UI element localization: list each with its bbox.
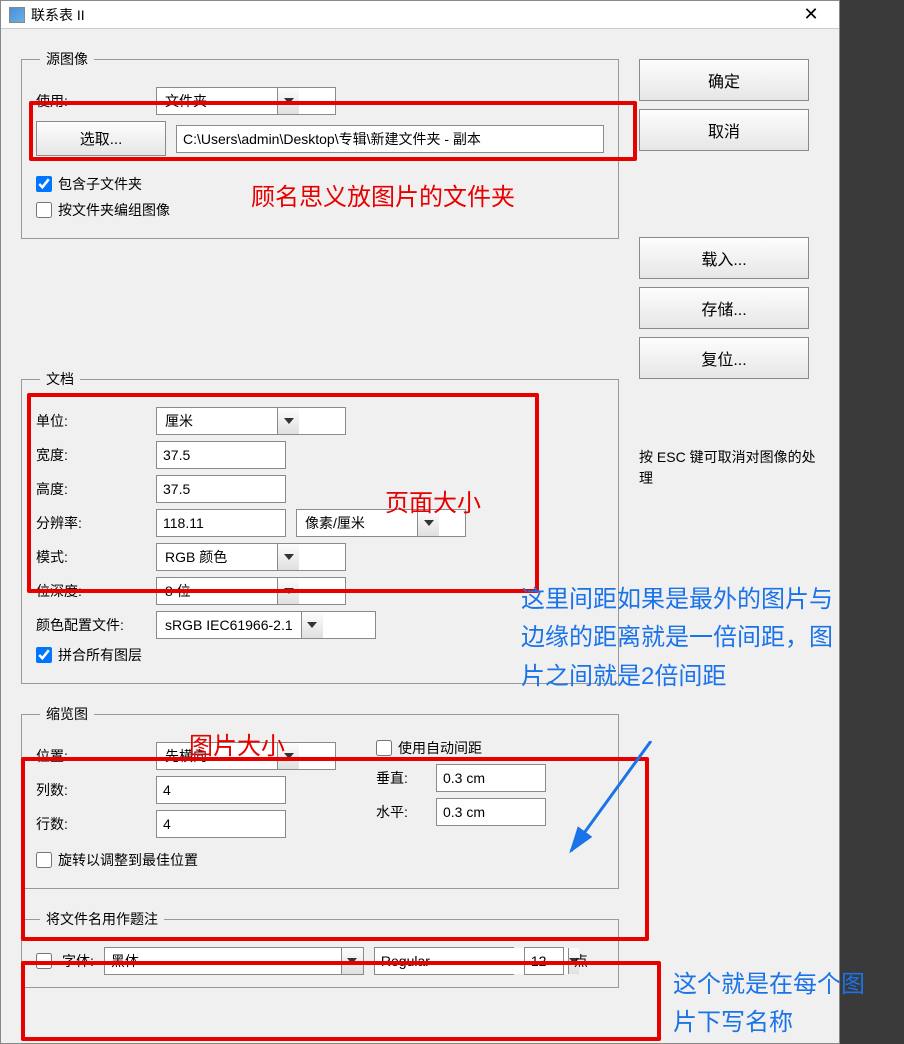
choose-button[interactable]: 选取...	[36, 121, 166, 156]
caption-checkbox[interactable]	[36, 953, 52, 969]
esc-hint: 按 ESC 键可取消对图像的处理	[639, 447, 819, 489]
save-button[interactable]: 存储...	[639, 287, 809, 329]
res-input[interactable]	[156, 509, 286, 537]
chevron-down-icon[interactable]	[341, 948, 363, 974]
include-sub-checkbox[interactable]	[36, 176, 52, 192]
width-input[interactable]	[156, 441, 286, 469]
cols-input[interactable]	[156, 776, 286, 804]
chevron-down-icon[interactable]	[277, 743, 299, 769]
reset-button[interactable]: 复位...	[639, 337, 809, 379]
document-legend: 文档	[40, 369, 80, 389]
group-by-folder-label: 按文件夹编组图像	[58, 200, 170, 220]
rotate-label: 旋转以调整到最佳位置	[58, 850, 198, 870]
ok-button[interactable]: 确定	[639, 59, 809, 101]
mode-label: 模式:	[36, 547, 146, 567]
titlebar: 联系表 II ✕	[1, 1, 839, 29]
height-label: 高度:	[36, 479, 146, 499]
source-legend: 源图像	[40, 49, 94, 69]
rows-input[interactable]	[156, 810, 286, 838]
thumb-group: 缩览图 位置: 先横向 列数:	[21, 704, 619, 889]
font-size-input[interactable]	[524, 947, 564, 975]
vert-input[interactable]	[436, 764, 546, 792]
rows-label: 行数:	[36, 814, 146, 834]
caption-group: 将文件名用作题注 字体: 点	[21, 909, 619, 988]
window-title: 联系表 II	[31, 5, 791, 25]
profile-select[interactable]: sRGB IEC61966-2.1	[156, 611, 376, 639]
source-group: 源图像 使用: 文件夹 选取... 包含子文件夹	[21, 49, 619, 239]
caption-legend: 将文件名用作题注	[40, 909, 164, 929]
cols-label: 列数:	[36, 780, 146, 800]
use-label: 使用:	[36, 91, 146, 111]
chevron-down-icon[interactable]	[277, 578, 299, 604]
app-icon	[9, 7, 25, 23]
path-input[interactable]	[176, 125, 604, 153]
thumb-legend: 缩览图	[40, 704, 94, 724]
chevron-down-icon[interactable]	[277, 544, 299, 570]
profile-label: 颜色配置文件:	[36, 615, 146, 635]
chevron-down-icon[interactable]	[417, 510, 439, 536]
rotate-checkbox[interactable]	[36, 852, 52, 868]
font-name-combo[interactable]	[104, 947, 364, 975]
chevron-down-icon[interactable]	[301, 612, 323, 638]
horz-label: 水平:	[376, 802, 426, 822]
group-by-folder-checkbox[interactable]	[36, 202, 52, 218]
use-select[interactable]: 文件夹	[156, 87, 336, 115]
dialog-window: 联系表 II ✕ 源图像 使用: 文件夹 选取...	[0, 0, 840, 1044]
width-label: 宽度:	[36, 445, 146, 465]
res-label: 分辨率:	[36, 513, 146, 533]
cancel-button[interactable]: 取消	[639, 109, 809, 151]
close-icon[interactable]: ✕	[791, 4, 831, 25]
document-group: 文档 单位: 厘米 宽度: 高度: 分辨率:	[21, 369, 619, 684]
font-style-combo[interactable]	[374, 947, 514, 975]
unit-label: 单位:	[36, 411, 146, 431]
vert-label: 垂直:	[376, 768, 426, 788]
font-unit: 点	[574, 951, 588, 971]
place-label: 位置:	[36, 746, 146, 766]
bit-label: 位深度:	[36, 581, 146, 601]
bit-select[interactable]: 8 位	[156, 577, 346, 605]
height-input[interactable]	[156, 475, 286, 503]
chevron-down-icon[interactable]	[277, 88, 299, 114]
auto-spacing-checkbox[interactable]	[376, 740, 392, 756]
chevron-down-icon[interactable]	[277, 408, 299, 434]
horz-input[interactable]	[436, 798, 546, 826]
load-button[interactable]: 载入...	[639, 237, 809, 279]
mode-select[interactable]: RGB 颜色	[156, 543, 346, 571]
font-label: 字体:	[62, 951, 94, 971]
place-select[interactable]: 先横向	[156, 742, 336, 770]
flatten-checkbox[interactable]	[36, 647, 52, 663]
auto-spacing-label: 使用自动间距	[398, 738, 482, 758]
flatten-label: 拼合所有图层	[58, 645, 142, 665]
include-sub-label: 包含子文件夹	[58, 174, 142, 194]
unit-select[interactable]: 厘米	[156, 407, 346, 435]
res-unit-select[interactable]: 像素/厘米	[296, 509, 466, 537]
